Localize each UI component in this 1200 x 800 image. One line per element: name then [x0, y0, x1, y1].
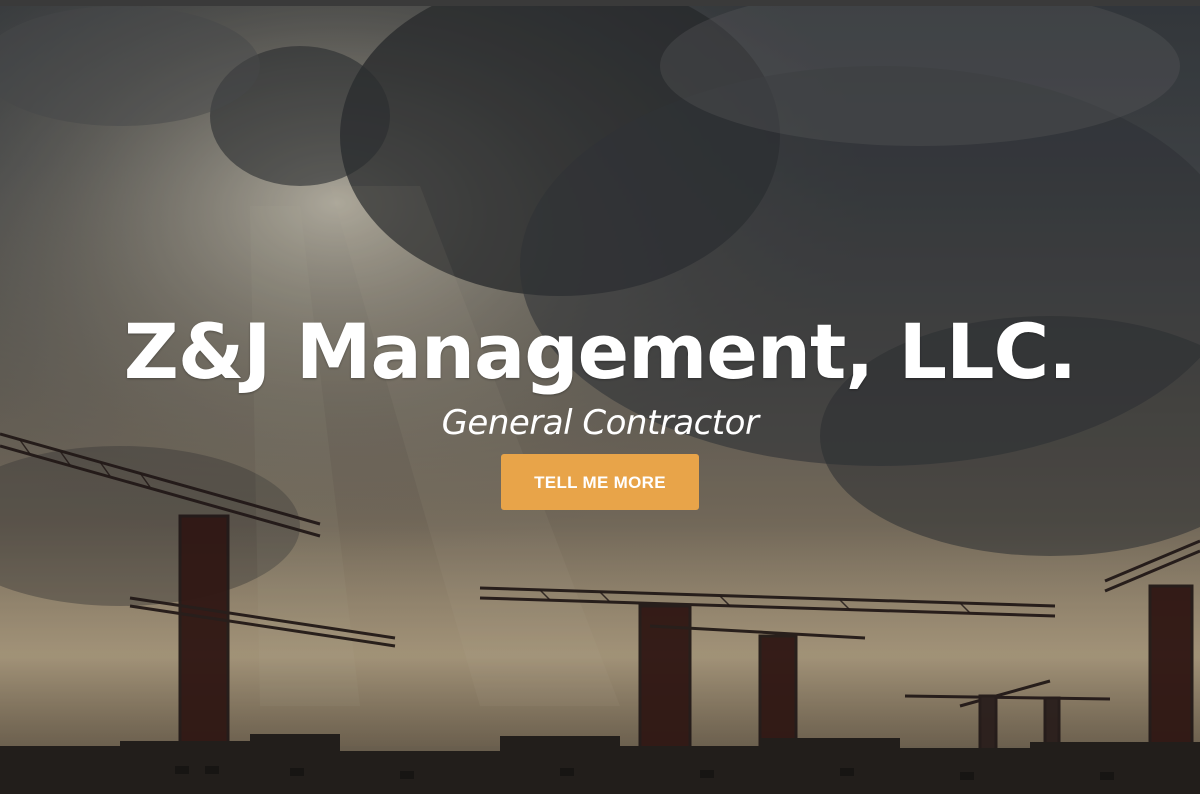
hero-content: Z&J Management, LLC. General Contractor … — [0, 306, 1200, 510]
tell-me-more-button[interactable]: TELL ME MORE — [501, 454, 699, 510]
hero-section: Z&J Management, LLC. General Contractor … — [0, 6, 1200, 794]
page-bottom-edge — [0, 794, 1200, 800]
company-name-heading: Z&J Management, LLC. — [123, 307, 1077, 396]
tagline-text: General Contractor — [441, 403, 759, 443]
